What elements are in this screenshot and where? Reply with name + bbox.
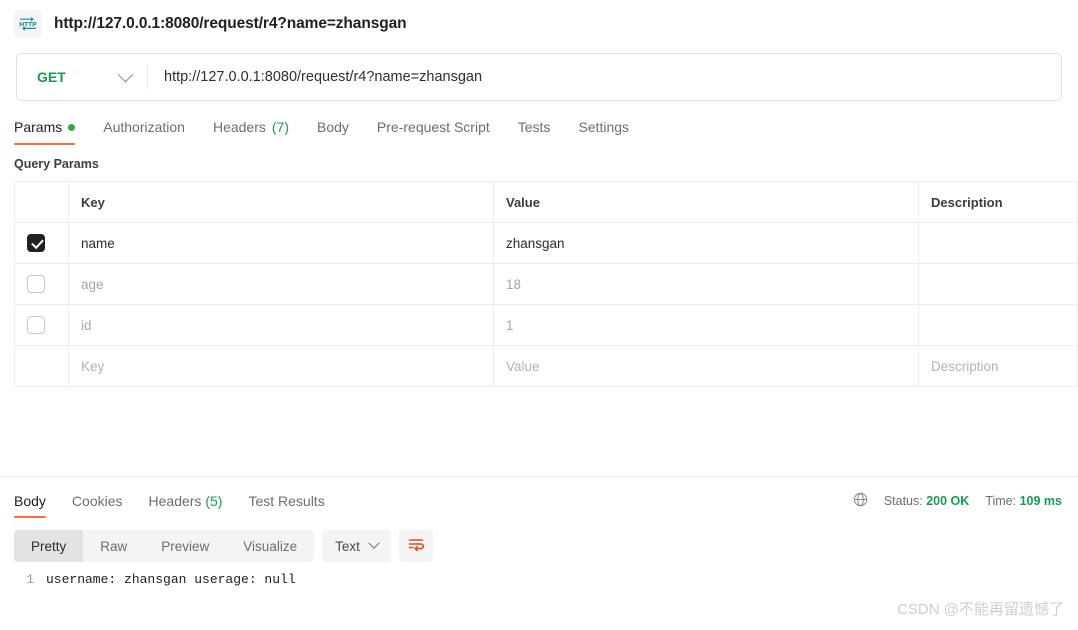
format-tab-preview[interactable]: Preview bbox=[144, 530, 226, 562]
table-row-new: Key Value Description bbox=[14, 345, 1078, 387]
response-body-viewer[interactable]: 1 username: zhansgan userage: null bbox=[0, 562, 1078, 587]
query-params-table: Key Value Description name zhansgan age … bbox=[14, 181, 1078, 387]
time-value: 109 ms bbox=[1019, 494, 1062, 508]
format-tab-pretty[interactable]: Pretty bbox=[14, 530, 84, 562]
response-header: Body Cookies Headers (5) Test Results St… bbox=[0, 477, 1078, 518]
column-header-key: Key bbox=[68, 181, 494, 223]
param-value[interactable]: 18 bbox=[493, 263, 919, 305]
param-description[interactable] bbox=[918, 222, 1078, 264]
time-label: Time: bbox=[985, 494, 1017, 508]
method-label: GET bbox=[37, 69, 66, 85]
tab-tests-label: Tests bbox=[517, 119, 551, 135]
row-checkbox-cell-empty bbox=[14, 345, 69, 387]
status-label: Status: bbox=[883, 494, 923, 508]
select-all-cell bbox=[14, 181, 69, 223]
new-param-description[interactable]: Description bbox=[918, 345, 1078, 387]
param-key[interactable]: id bbox=[68, 304, 494, 346]
tab-headers-count: (7) bbox=[271, 119, 289, 135]
response-tab-body[interactable]: Body bbox=[14, 493, 59, 518]
url-bar-container: GET bbox=[0, 48, 1078, 101]
tab-params-label: Params bbox=[14, 119, 63, 135]
param-key[interactable]: name bbox=[68, 222, 494, 264]
tab-authorization[interactable]: Authorization bbox=[89, 119, 199, 145]
watermark: CSDN @不能再留遗憾了 bbox=[897, 601, 1064, 618]
param-value[interactable]: zhansgan bbox=[493, 222, 919, 264]
param-description[interactable] bbox=[918, 304, 1078, 346]
tab-pre-request-script-label: Pre-request Script bbox=[376, 119, 490, 135]
status-value: 200 OK bbox=[926, 494, 970, 508]
row-checkbox-cell[interactable] bbox=[14, 304, 69, 346]
new-param-key[interactable]: Key bbox=[68, 345, 494, 387]
svg-text:HTTP: HTTP bbox=[19, 22, 37, 29]
response-tab-test-results-label: Test Results bbox=[248, 493, 325, 509]
tab-headers-label: Headers bbox=[212, 119, 266, 135]
tab-params[interactable]: Params bbox=[14, 119, 89, 145]
url-input[interactable] bbox=[148, 54, 1061, 100]
response-tab-body-label: Body bbox=[14, 493, 46, 509]
http-protocol-icon: HTTP bbox=[14, 10, 42, 38]
param-value[interactable]: 1 bbox=[493, 304, 919, 346]
checkbox-icon[interactable] bbox=[27, 316, 45, 334]
response-body-line: username: zhansgan userage: null bbox=[46, 572, 296, 587]
url-bar: GET bbox=[16, 53, 1062, 101]
param-key[interactable]: age bbox=[68, 263, 494, 305]
unsaved-dot-icon bbox=[68, 123, 76, 131]
page-title: http://127.0.0.1:8080/request/r4?name=zh… bbox=[54, 15, 407, 32]
response-tab-headers[interactable]: Headers (5) bbox=[136, 493, 236, 518]
response-tab-bar: Body Cookies Headers (5) Test Results bbox=[14, 493, 338, 518]
format-tab-raw[interactable]: Raw bbox=[83, 530, 144, 562]
response-meta: Status: 200 OK Time: 109 ms bbox=[853, 492, 1062, 518]
chevron-down-icon bbox=[368, 537, 380, 549]
checkbox-icon[interactable] bbox=[27, 234, 45, 252]
content-type-label: Text bbox=[335, 538, 360, 554]
response-tab-headers-count: (5) bbox=[205, 493, 223, 509]
method-selector[interactable]: GET bbox=[17, 54, 147, 100]
request-tab-bar: Params Authorization Headers (7) Body Pr… bbox=[0, 101, 1078, 145]
param-description[interactable] bbox=[918, 263, 1078, 305]
line-number: 1 bbox=[26, 572, 34, 587]
checkbox-icon[interactable] bbox=[27, 275, 45, 293]
response-tab-cookies-label: Cookies bbox=[71, 493, 123, 509]
table-row: id 1 bbox=[14, 304, 1078, 346]
globe-icon[interactable] bbox=[853, 492, 868, 510]
response-tab-cookies[interactable]: Cookies bbox=[59, 493, 136, 518]
tab-settings-label: Settings bbox=[578, 119, 630, 135]
tab-settings[interactable]: Settings bbox=[564, 119, 643, 145]
word-wrap-button[interactable] bbox=[398, 530, 433, 562]
tab-authorization-label: Authorization bbox=[103, 119, 185, 135]
tab-headers[interactable]: Headers (7) bbox=[199, 119, 303, 145]
new-param-value[interactable]: Value bbox=[493, 345, 919, 387]
word-wrap-icon bbox=[407, 535, 425, 558]
tab-body[interactable]: Body bbox=[303, 119, 363, 145]
response-tab-headers-label: Headers bbox=[148, 493, 202, 509]
format-tab-visualize[interactable]: Visualize bbox=[226, 530, 314, 562]
title-bar: HTTP http://127.0.0.1:8080/request/r4?na… bbox=[0, 0, 1078, 48]
table-header-row: Key Value Description bbox=[14, 181, 1078, 223]
response-tab-test-results[interactable]: Test Results bbox=[235, 493, 337, 518]
row-checkbox-cell[interactable] bbox=[14, 263, 69, 305]
table-row: age 18 bbox=[14, 263, 1078, 305]
column-header-description: Description bbox=[918, 181, 1078, 223]
table-row: name zhansgan bbox=[14, 222, 1078, 264]
row-checkbox-cell[interactable] bbox=[14, 222, 69, 264]
chevron-down-icon bbox=[117, 66, 134, 82]
content-type-select[interactable]: Text bbox=[322, 530, 391, 562]
tab-body-label: Body bbox=[317, 119, 349, 135]
tab-pre-request-script[interactable]: Pre-request Script bbox=[363, 119, 504, 145]
format-segmented-control: Pretty Raw Preview Visualize bbox=[14, 530, 315, 562]
tab-tests[interactable]: Tests bbox=[504, 119, 565, 145]
query-params-title: Query Params bbox=[14, 157, 99, 171]
column-header-value: Value bbox=[493, 181, 919, 223]
status-badge: Status: 200 OK bbox=[884, 494, 970, 508]
time-badge: Time: 109 ms bbox=[985, 494, 1062, 508]
response-format-toolbar: Pretty Raw Preview Visualize Text bbox=[0, 518, 1078, 562]
